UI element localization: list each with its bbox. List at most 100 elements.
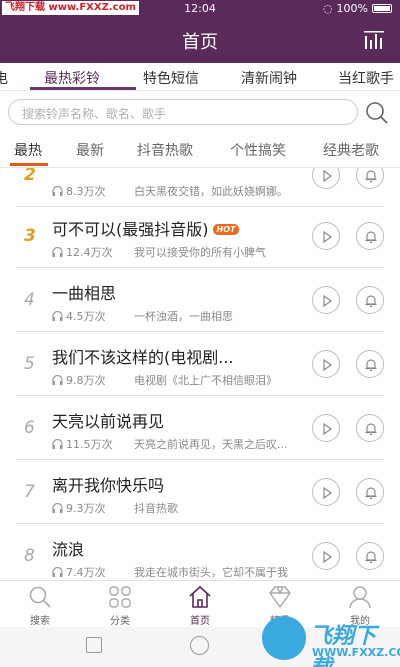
song-meta: 9.3万次 抖音热歌 xyxy=(52,500,178,516)
list-item[interactable]: 3 可不可以(最强抖音版) HOT 12.4万次 我可以接受你的所有小脾气 xyxy=(16,204,384,268)
rank-number: 7 xyxy=(24,482,35,502)
headphones-icon xyxy=(52,503,63,513)
list-item[interactable]: 2 8.3万次 白天黑夜交错，如此妖娆婀娜。 xyxy=(16,168,384,207)
headphones-icon xyxy=(52,439,63,449)
search-input[interactable]: 搜索铃声名称、歌名、歌手 xyxy=(8,99,358,125)
set-ringtone-button[interactable] xyxy=(356,350,384,378)
play-count: 9.3万次 xyxy=(66,502,106,515)
play-icon xyxy=(323,486,333,500)
sub-tabs: 最热 最新 抖音热歌 个性搞笑 经典老歌 xyxy=(0,134,400,168)
song-meta: 8.3万次 白天黑夜交错，如此妖娆婀娜。 xyxy=(52,183,288,199)
sub-tab-hottest[interactable]: 最热 xyxy=(14,140,42,160)
category-tab-singers[interactable]: 当红歌手 xyxy=(338,68,394,88)
nav-category[interactable]: 分类 xyxy=(80,581,160,628)
nav-label: 搜索 xyxy=(30,616,50,627)
sub-tab-newest[interactable]: 最新 xyxy=(76,140,104,160)
set-ringtone-button[interactable] xyxy=(356,542,384,570)
headphones-icon xyxy=(52,311,63,321)
play-count: 8.3万次 xyxy=(66,185,106,198)
user-icon xyxy=(349,586,371,609)
nav-search[interactable]: 搜索 xyxy=(0,581,80,628)
rank-number: 8 xyxy=(24,546,35,566)
play-button[interactable] xyxy=(312,222,340,250)
set-ringtone-button[interactable] xyxy=(356,222,384,250)
song-meta: 12.4万次 我可以接受你的所有小脾气 xyxy=(52,244,266,260)
bell-icon xyxy=(365,487,377,500)
diamond-icon xyxy=(269,586,291,609)
list-item[interactable]: 5 我们不该这样的(电视剧... 9.8万次 电视剧《北上广不相信眼泪》 xyxy=(16,332,384,396)
song-description: 白天黑夜交错，如此妖娆婀娜。 xyxy=(134,185,288,198)
play-button[interactable] xyxy=(312,414,340,442)
song-title-text: 可不可以(最强抖音版) xyxy=(52,220,209,239)
set-ringtone-button[interactable] xyxy=(356,168,384,189)
rank-number: 5 xyxy=(24,354,35,374)
song-title: 流浪 xyxy=(52,540,85,559)
sub-tab-classic[interactable]: 经典老歌 xyxy=(323,140,379,160)
home-button[interactable] xyxy=(190,636,209,655)
home-icon xyxy=(189,585,211,608)
bell-icon xyxy=(365,231,377,244)
song-description: 抖音热歌 xyxy=(134,502,178,515)
bell-icon xyxy=(365,423,377,436)
song-title: 天亮以前说再见 xyxy=(52,412,165,431)
list-item[interactable]: 4 一曲相思 4.5万次 一杯浊酒，一曲相思 xyxy=(16,268,384,332)
category-tab-dian[interactable]: 电 xyxy=(0,68,8,88)
headphones-icon xyxy=(52,247,63,257)
song-list: 2 8.3万次 白天黑夜交错，如此妖娆婀娜。 3 可不可以(最强抖音版) HOT … xyxy=(0,168,400,580)
song-title: 离开我你快乐吗 xyxy=(52,476,165,495)
song-meta: 7.4万次 我走在城市街头，它却不属于我 xyxy=(52,564,288,580)
bell-icon xyxy=(365,170,377,183)
play-button[interactable] xyxy=(312,168,340,189)
play-button[interactable] xyxy=(312,286,340,314)
set-ringtone-button[interactable] xyxy=(356,478,384,506)
category-icon xyxy=(109,586,131,608)
logo-url: WWW.FXXZ.COM xyxy=(312,646,400,659)
play-count: 7.4万次 xyxy=(66,566,106,579)
watermark-logo: 飞翔下载 WWW.FXXZ.COM xyxy=(262,612,400,667)
category-tab-alarm[interactable]: 清新闹钟 xyxy=(241,68,297,88)
play-button[interactable] xyxy=(312,542,340,570)
search-icon[interactable] xyxy=(365,101,389,125)
headphones-icon xyxy=(52,186,63,196)
list-item[interactable]: 6 天亮以前说再见 11.5万次 天亮之前说再见，天黑之后叹... xyxy=(16,396,384,460)
category-tab-hot-ringtones[interactable]: 最热彩铃 xyxy=(44,68,100,88)
app-header: 首页 xyxy=(0,18,400,63)
page-title: 首页 xyxy=(182,32,218,53)
play-button[interactable] xyxy=(312,350,340,378)
song-description: 一杯浊酒，一曲相思 xyxy=(134,310,233,323)
headphones-icon xyxy=(52,567,63,577)
sub-tab-douyin[interactable]: 抖音热歌 xyxy=(137,140,193,160)
nav-home[interactable]: 首页 xyxy=(160,581,240,628)
play-icon xyxy=(323,422,333,436)
set-ringtone-button[interactable] xyxy=(356,286,384,314)
rank-number: 2 xyxy=(24,168,36,185)
battery-text: 100% xyxy=(336,2,368,15)
list-item[interactable]: 8 流浪 7.4万次 我走在城市街头，它却不属于我 xyxy=(16,524,384,580)
headphones-icon xyxy=(52,375,63,385)
sub-tab-funny[interactable]: 个性搞笑 xyxy=(230,140,286,160)
status-right: ◌ 100% xyxy=(323,2,392,15)
logo-icon xyxy=(262,616,306,660)
play-icon xyxy=(323,358,333,372)
signal-icon: ◌ xyxy=(322,2,333,15)
recent-apps-button[interactable] xyxy=(86,637,102,653)
set-ringtone-button[interactable] xyxy=(356,414,384,442)
song-meta: 4.5万次 一杯浊酒，一曲相思 xyxy=(52,308,233,324)
play-count: 12.4万次 xyxy=(66,246,113,259)
song-meta: 9.8万次 电视剧《北上广不相信眼泪》 xyxy=(52,372,277,388)
list-item[interactable]: 7 离开我你快乐吗 9.3万次 抖音热歌 xyxy=(16,460,384,524)
bar-chart-icon[interactable] xyxy=(364,31,384,49)
category-tab-sms[interactable]: 特色短信 xyxy=(143,68,199,88)
song-title: 可不可以(最强抖音版) HOT xyxy=(52,216,240,240)
song-description: 我走在城市街头，它却不属于我 xyxy=(134,566,288,579)
play-icon xyxy=(323,550,333,564)
play-count: 11.5万次 xyxy=(66,438,113,451)
play-button[interactable] xyxy=(312,478,340,506)
rank-number: 6 xyxy=(24,418,35,438)
song-title: 一曲相思 xyxy=(52,284,117,303)
search-icon xyxy=(29,586,51,608)
rank-number: 4 xyxy=(24,290,35,310)
nav-label: 分类 xyxy=(110,616,130,627)
sub-tab-indicator xyxy=(10,163,48,166)
battery-icon xyxy=(372,4,392,13)
